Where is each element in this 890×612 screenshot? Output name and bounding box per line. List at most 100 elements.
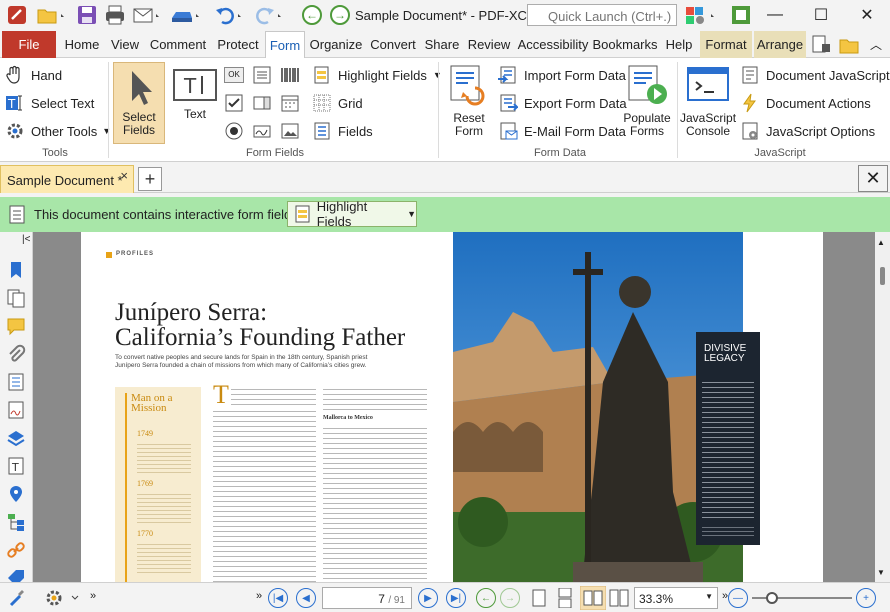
close-document-button[interactable]: ✕ <box>858 165 888 192</box>
print-icon[interactable] <box>104 4 126 26</box>
fields-button[interactable]: Fields <box>312 119 373 143</box>
scan-icon[interactable] <box>170 4 199 26</box>
document-actions-button[interactable]: Document Actions <box>740 91 871 115</box>
quick-launch-input[interactable] <box>527 4 677 26</box>
hand-tool-button[interactable]: Hand <box>5 63 62 87</box>
javascript-console-button[interactable]: JavaScript Console <box>680 64 736 138</box>
zoom-slider-handle[interactable] <box>766 592 778 604</box>
settings-gear-icon[interactable] <box>44 588 82 608</box>
populate-forms-button[interactable]: Populate Forms <box>620 64 674 138</box>
import-form-data-button[interactable]: Import Form Data <box>498 63 626 87</box>
save-icon[interactable] <box>76 4 98 26</box>
format-pane-icon[interactable] <box>810 34 832 56</box>
tab-file[interactable]: File <box>2 31 56 58</box>
close-tab-icon[interactable]: × <box>120 168 128 183</box>
radio-button-icon[interactable] <box>224 121 244 141</box>
structure-icon[interactable] <box>6 512 26 532</box>
barcode-icon[interactable] <box>280 65 300 85</box>
checkbox-icon[interactable] <box>224 93 244 113</box>
next-view-button[interactable]: → <box>500 588 520 608</box>
collapse-ribbon-icon[interactable]: ︿ <box>870 36 882 53</box>
text-field-button[interactable]: T Text <box>170 66 220 121</box>
previous-page-button[interactable]: ◀ <box>296 588 316 608</box>
open-folder-icon[interactable] <box>36 4 64 26</box>
tab-comment[interactable]: Comment <box>146 31 210 58</box>
zoom-out-button[interactable]: — <box>728 588 748 608</box>
facing-continuous-icon[interactable] <box>608 588 630 608</box>
tab-bookmarks[interactable]: Bookmarks <box>592 31 658 58</box>
more-options-icon[interactable]: » <box>90 590 96 602</box>
first-page-button[interactable]: |◀ <box>268 588 288 608</box>
tab-convert[interactable]: Convert <box>367 31 419 58</box>
scroll-down-arrow-icon[interactable]: ▼ <box>877 568 885 577</box>
reset-form-button[interactable]: Reset Form <box>444 64 494 138</box>
other-tools-button[interactable]: Other Tools ▼ <box>5 119 111 143</box>
redo-icon[interactable] <box>254 4 281 26</box>
attachment-icon[interactable] <box>6 344 26 364</box>
date-field-icon[interactable] <box>280 93 300 113</box>
continuous-page-icon[interactable] <box>556 588 574 608</box>
select-text-button[interactable]: T Select Text <box>5 91 94 115</box>
signature-field-icon[interactable] <box>252 121 272 141</box>
tab-organize[interactable]: Organize <box>308 31 364 58</box>
list-box-icon[interactable] <box>252 65 272 85</box>
javascript-options-button[interactable]: JavaScript Options <box>740 119 875 143</box>
next-page-button[interactable]: ▶ <box>418 588 438 608</box>
customize-toolbar-icon[interactable] <box>684 4 714 26</box>
comments-icon[interactable] <box>6 316 26 336</box>
facing-pages-icon[interactable] <box>580 586 606 610</box>
tab-view[interactable]: View <box>107 31 143 58</box>
tab-help[interactable]: Help <box>661 31 697 58</box>
last-page-button[interactable]: ▶| <box>446 588 466 608</box>
highlight-fields-button[interactable]: Highlight Fields ▼ <box>287 199 417 229</box>
fullscreen-icon[interactable] <box>730 4 752 26</box>
minimize-button[interactable]: — <box>752 0 798 30</box>
maximize-button[interactable]: ☐ <box>798 0 844 30</box>
tab-share[interactable]: Share <box>422 31 462 58</box>
tab-arrange[interactable]: Arrange <box>754 31 806 58</box>
page-number-field[interactable]: 7 / 91 <box>322 587 412 609</box>
document-javascript-button[interactable]: Document JavaScript <box>740 63 890 87</box>
grid-button[interactable]: Grid <box>312 91 363 115</box>
nav-back-button[interactable]: ← <box>302 5 322 25</box>
email-icon[interactable] <box>132 4 159 26</box>
document-tab[interactable]: Sample Document * × <box>0 165 134 193</box>
layers-icon[interactable] <box>6 428 26 448</box>
vertical-scrollbar[interactable]: ▲ ▼ <box>875 232 890 582</box>
close-window-button[interactable]: ✕ <box>844 0 890 30</box>
previous-view-button[interactable]: ← <box>476 588 496 608</box>
zoom-in-button[interactable]: + <box>856 588 876 608</box>
button-field-icon[interactable]: OK <box>224 67 244 83</box>
document-properties-icon[interactable] <box>6 372 26 392</box>
single-page-icon[interactable] <box>530 588 548 608</box>
collapse-panel-icon[interactable]: |< <box>22 234 30 245</box>
bookmark-icon[interactable] <box>6 260 26 280</box>
content-icon[interactable]: T <box>6 456 26 476</box>
undo-icon[interactable] <box>214 4 241 26</box>
new-tab-button[interactable]: + <box>138 167 162 191</box>
combo-box-icon[interactable] <box>252 93 272 113</box>
pages-icon[interactable] <box>6 288 26 308</box>
folder-tool-icon[interactable] <box>838 34 860 56</box>
export-form-data-button[interactable]: Export Form Data <box>498 91 627 115</box>
scroll-up-arrow-icon[interactable]: ▲ <box>877 238 885 247</box>
email-form-data-button[interactable]: E-Mail Form Data <box>498 119 626 143</box>
tab-form[interactable]: Form <box>265 31 305 59</box>
signatures-icon[interactable] <box>6 400 26 420</box>
more-options-icon[interactable]: » <box>256 590 262 602</box>
tools-icon[interactable] <box>8 588 26 608</box>
tab-accessibility[interactable]: Accessibility <box>516 31 590 58</box>
tab-format[interactable]: Format <box>700 31 752 58</box>
zoom-level-field[interactable]: 33.3% ▼ <box>634 587 718 609</box>
select-fields-button[interactable]: Select Fields <box>113 62 165 144</box>
links-icon[interactable] <box>6 540 26 560</box>
destinations-icon[interactable] <box>6 484 26 504</box>
tab-protect[interactable]: Protect <box>213 31 263 58</box>
tab-review[interactable]: Review <box>465 31 513 58</box>
nav-forward-button[interactable]: → <box>330 5 350 25</box>
tab-home[interactable]: Home <box>60 31 104 58</box>
highlight-fields-ribbon-button[interactable]: Highlight Fields ▼ <box>312 63 442 87</box>
image-field-icon[interactable] <box>280 121 300 141</box>
scroll-thumb[interactable] <box>880 267 885 285</box>
document-viewer[interactable]: PROFILES Junípero Serra: California’s Fo… <box>33 232 875 582</box>
